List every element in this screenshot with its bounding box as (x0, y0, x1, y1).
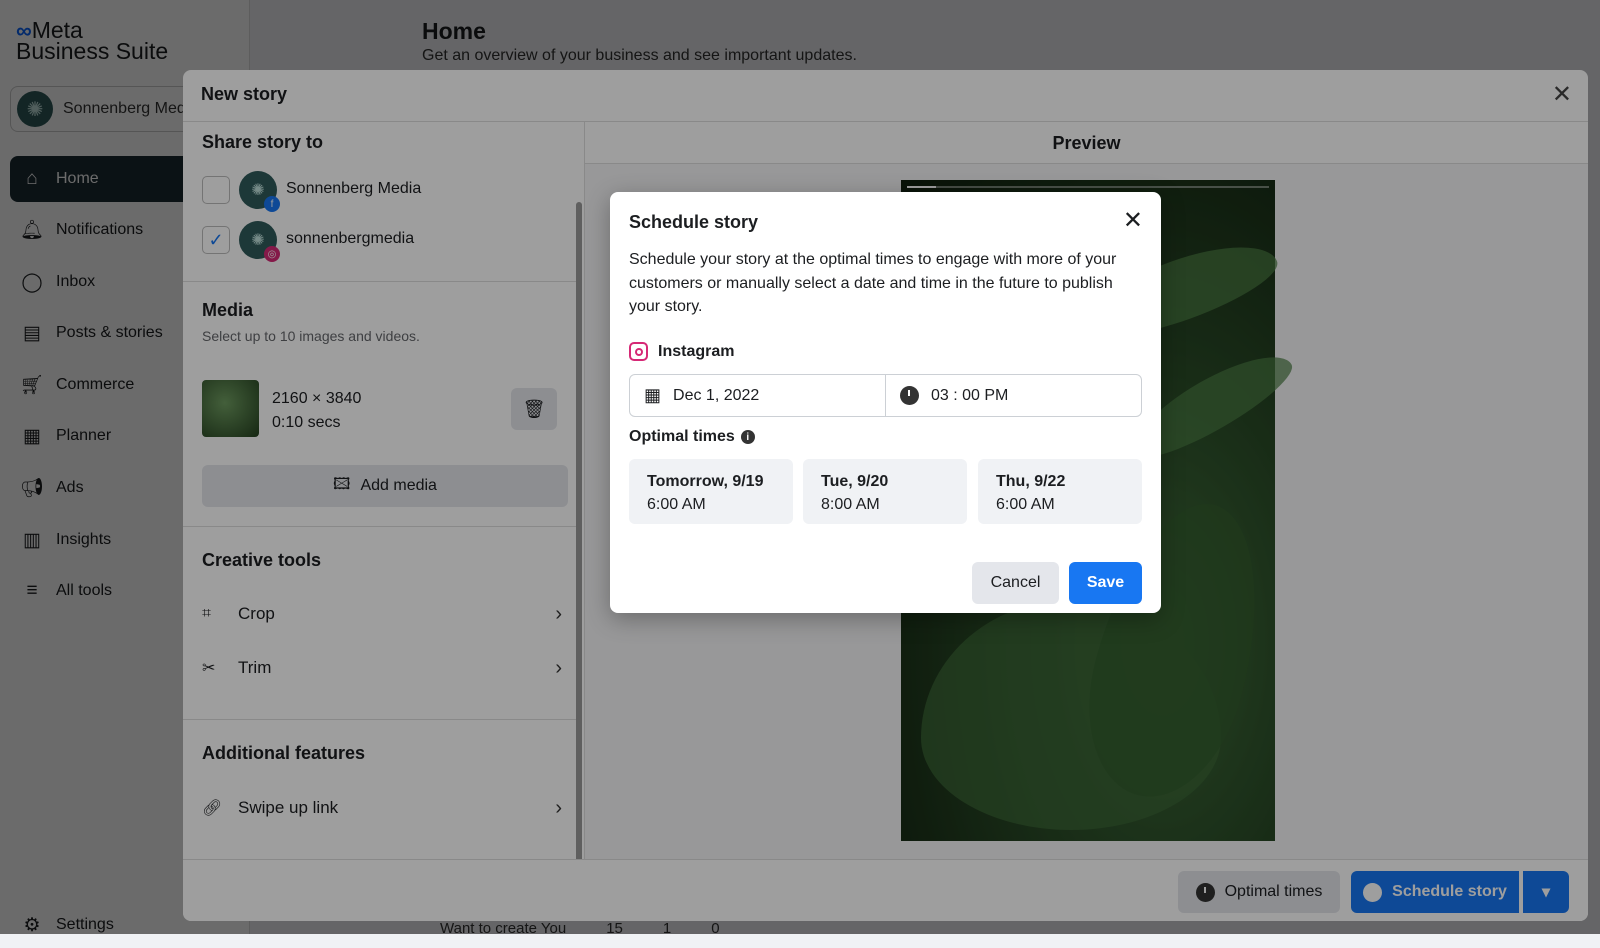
optimal-times-label: Optimal times i (629, 428, 755, 446)
save-button[interactable]: Save (1069, 562, 1142, 604)
time-input[interactable]: 03 : 00 PM (885, 375, 1141, 416)
dialog-description: Schedule your story at the optimal times… (629, 251, 1117, 315)
instagram-icon (629, 342, 648, 361)
slot-time: 6:00 AM (647, 496, 706, 513)
time-value: 03 : 00 PM (931, 386, 1009, 404)
datetime-picker: ▦ Dec 1, 2022 03 : 00 PM (629, 374, 1142, 417)
slot-day: Tue, 9/20 (821, 473, 889, 490)
label: Optimal times (629, 428, 735, 445)
info-icon[interactable]: i (740, 430, 755, 444)
slot-day: Thu, 9/22 (996, 473, 1066, 490)
dialog-title: Schedule story (629, 212, 759, 232)
slot-time: 6:00 AM (996, 496, 1055, 513)
cancel-button[interactable]: Cancel (972, 562, 1059, 604)
date-value: Dec 1, 2022 (673, 386, 760, 404)
platform-label: Instagram (629, 342, 734, 361)
label: Instagram (658, 342, 735, 360)
clock-icon (900, 386, 919, 405)
date-input[interactable]: ▦ Dec 1, 2022 (630, 375, 885, 416)
slot-day: Tomorrow, 9/19 (647, 473, 764, 490)
schedule-story-dialog: Schedule story ✕ Schedule your story at … (610, 192, 1161, 613)
optimal-time-slot[interactable]: Thu, 9/22 6:00 AM (978, 459, 1142, 524)
close-icon[interactable]: ✕ (1123, 206, 1143, 235)
optimal-time-slot[interactable]: Tomorrow, 9/19 6:00 AM (629, 459, 793, 524)
optimal-time-slot[interactable]: Tue, 9/20 8:00 AM (803, 459, 967, 524)
slot-time: 8:00 AM (821, 496, 880, 513)
calendar-icon: ▦ (644, 385, 662, 405)
